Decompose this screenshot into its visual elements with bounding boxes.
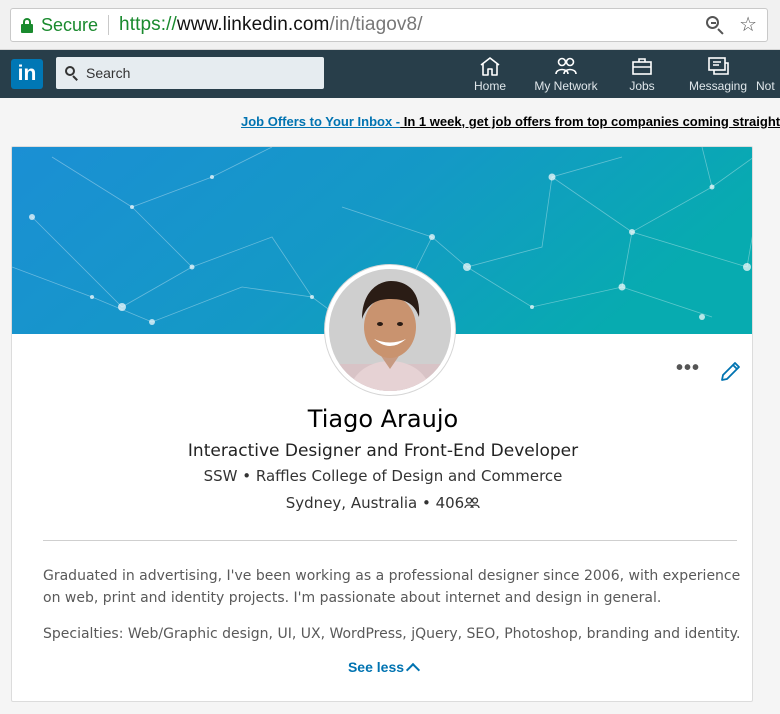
profile-summary: Graduated in advertising, I've been work… (43, 568, 741, 606)
job-offers-ad[interactable]: Job Offers to Your Inbox - In 1 week, ge… (241, 114, 780, 129)
profile-headline: Interactive Designer and Front-End Devel… (187, 441, 579, 461)
url-text[interactable]: https://www.linkedin.com/in/tiagov8/ (119, 14, 423, 36)
nav-jobs-label: Jobs (629, 79, 655, 93)
nav-messaging[interactable]: Messaging (680, 50, 756, 98)
profile-photo[interactable] (325, 265, 455, 395)
lock-icon (21, 18, 33, 33)
chevron-up-icon (405, 662, 421, 678)
section-divider (43, 540, 737, 541)
nav-home[interactable]: Home (452, 50, 528, 98)
search-icon (65, 66, 79, 81)
linkedin-navbar: in Search Home My Network Jobs Messaging… (0, 50, 780, 98)
nav-my-network[interactable]: My Network (528, 50, 604, 98)
nav-notifications-label: Not (756, 79, 775, 93)
address-bar[interactable]: Secure https://www.linkedin.com/in/tiago… (10, 8, 768, 42)
profile-location: Sydney, Australia (285, 494, 418, 512)
edit-pencil-icon[interactable] (718, 360, 742, 384)
nav-notifications[interactable]: Not (756, 50, 780, 98)
linkedin-logo[interactable]: in (11, 59, 43, 89)
ad-link[interactable]: Job Offers to Your Inbox - (241, 114, 400, 129)
connections-count[interactable]: 406 (436, 494, 465, 512)
messaging-icon (708, 57, 729, 75)
nav-messaging-label: Messaging (688, 79, 748, 93)
profile-location-line: Sydney, Australia • 406 (12, 494, 752, 512)
zoom-icon[interactable] (705, 15, 725, 35)
profile-card: ••• Tiago Araujo Interactive Designer an… (11, 146, 753, 702)
more-options-button[interactable]: ••• (676, 357, 700, 380)
home-icon (480, 57, 500, 76)
bookmark-star-icon[interactable]: ☆ (739, 15, 757, 35)
profile-specialties: Specialties: Web/Graphic design, UI, UX,… (43, 626, 741, 642)
browser-toolbar: Secure https://www.linkedin.com/in/tiago… (0, 0, 780, 50)
profile-name: Tiago Araujo (307, 405, 459, 433)
see-less-label: See less (347, 659, 405, 675)
address-separator (108, 15, 110, 35)
search-input[interactable]: Search (56, 57, 324, 89)
see-less-button[interactable]: See less (12, 659, 752, 678)
nav-jobs[interactable]: Jobs (604, 50, 680, 98)
profile-photo-image (329, 269, 451, 391)
ad-text[interactable]: In 1 week, get job offers from top compa… (400, 114, 780, 129)
secure-label: Secure (41, 14, 99, 35)
search-placeholder: Search (86, 65, 131, 81)
connections-icon[interactable] (464, 497, 480, 509)
profile-organizations[interactable]: SSW • Raffles College of Design and Comm… (12, 467, 752, 485)
nav-home-label: Home (473, 79, 506, 93)
nav-my-network-label: My Network (534, 79, 598, 93)
network-icon (555, 57, 577, 75)
briefcase-icon (632, 58, 652, 75)
